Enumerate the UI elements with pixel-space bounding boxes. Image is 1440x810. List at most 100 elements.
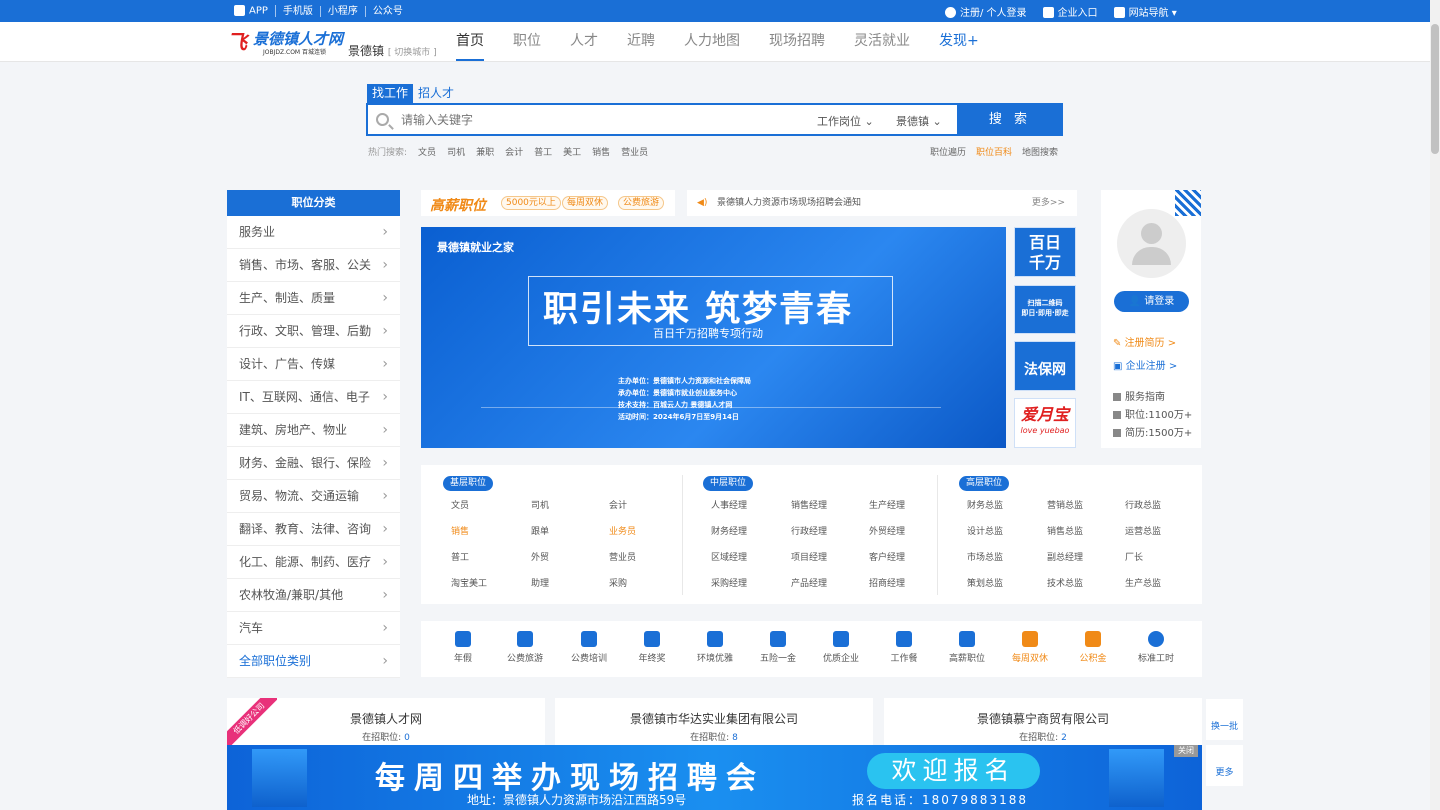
level-job-link[interactable]: 市场总监 (967, 550, 1003, 563)
switch-city-link[interactable]: [ 切换城市 ] (388, 48, 437, 58)
hot-keyword[interactable]: 营业员 (621, 145, 648, 158)
refresh-button[interactable]: 换一批 (1206, 699, 1243, 740)
category-item[interactable]: 设计、广告、传媒 (227, 348, 400, 381)
category-item[interactable]: 汽车 (227, 612, 400, 645)
map-search-link[interactable]: 地图搜索 (1022, 145, 1058, 158)
high-pay-logo[interactable]: 高薪职位 (430, 195, 486, 215)
level-job-link[interactable]: 策划总监 (967, 576, 1003, 589)
nav-home[interactable]: 首页 (456, 30, 484, 61)
close-ad-button[interactable]: 关闭 (1174, 745, 1198, 757)
level-job-link[interactable]: 助理 (531, 576, 549, 589)
notice-more-link[interactable]: 更多>> (1032, 190, 1065, 216)
scrollbar[interactable] (1430, 0, 1440, 810)
welfare-housing-fund[interactable]: 公积金 (1063, 631, 1123, 664)
bottom-ad-banner[interactable]: 每周四举办现场招聘会 欢迎报名 地址：景德镇人力资源市场沿江西路59号 报名电话… (227, 745, 1202, 810)
search-input[interactable] (401, 110, 781, 130)
ad-fabao[interactable]: 法保网 (1014, 341, 1076, 391)
job-wiki-link[interactable]: 职位百科 (976, 145, 1012, 158)
main-banner[interactable]: 景德镇就业之家 职引未来 筑梦青春 百日千万招聘专项行动 主办单位：景德镇市人力… (421, 227, 1006, 448)
nav-hr-map[interactable]: 人力地图 (684, 30, 740, 61)
hot-keyword[interactable]: 文员 (418, 145, 436, 158)
level-job-link[interactable]: 设计总监 (967, 524, 1003, 537)
app-link[interactable]: APP (227, 5, 276, 17)
job-traverse-link[interactable]: 职位遍历 (930, 145, 966, 158)
nav-jobs[interactable]: 职位 (513, 30, 541, 61)
welfare-travel[interactable]: 公费旅游 (495, 631, 555, 664)
level-job-link[interactable]: 普工 (451, 550, 469, 563)
level-job-link[interactable]: 销售总监 (1047, 524, 1083, 537)
category-item[interactable]: 贸易、物流、交通运输 (227, 480, 400, 513)
service-guide-link[interactable]: 服务指南 (1113, 388, 1165, 403)
site-nav-link[interactable]: 网站导航 ▾ (1113, 4, 1177, 19)
category-item[interactable]: 生产、制造、质量 (227, 282, 400, 315)
hot-keyword[interactable]: 会计 (505, 145, 523, 158)
scrollbar-thumb[interactable] (1431, 24, 1439, 154)
level-job-link[interactable]: 厂长 (1125, 550, 1143, 563)
welfare-high-pay[interactable]: 高薪职位 (937, 631, 997, 664)
category-item[interactable]: IT、互联网、通信、电子 (227, 381, 400, 414)
level-job-link[interactable]: 技术总监 (1047, 576, 1083, 589)
city-dropdown[interactable]: 景德镇 ⌄ (896, 113, 942, 129)
high-pay-tag[interactable]: 公费旅游 (618, 196, 665, 210)
category-item[interactable]: 翻译、教育、法律、咨询 (227, 513, 400, 546)
level-job-link[interactable]: 营业员 (609, 550, 636, 563)
position-dropdown[interactable]: 工作岗位 ⌄ (817, 113, 874, 129)
notice-text[interactable]: 景德镇人力资源市场现场招聘会通知 (717, 190, 861, 216)
level-job-link[interactable]: 业务员 (609, 524, 636, 537)
level-job-link[interactable]: 文员 (451, 498, 469, 511)
city-switcher[interactable]: 景德镇 [ 切换城市 ] (348, 42, 437, 59)
level-job-link[interactable]: 司机 (531, 498, 549, 511)
level-job-link[interactable]: 生产经理 (869, 498, 905, 511)
welfare-weekends[interactable]: 每周双休 (1000, 631, 1060, 664)
level-job-link[interactable]: 行政经理 (791, 524, 827, 537)
category-item[interactable]: 财务、金融、银行、保险 (227, 447, 400, 480)
category-item[interactable]: 建筑、房地产、物业 (227, 414, 400, 447)
level-job-link[interactable]: 销售经理 (791, 498, 827, 511)
high-pay-tag[interactable]: 每周双休 (562, 196, 609, 210)
level-job-link[interactable]: 淘宝美工 (451, 576, 487, 589)
ad-bairi[interactable]: 百日 千万 (1014, 227, 1076, 277)
tab-find-talent[interactable]: 招人才 (413, 84, 459, 103)
level-job-link[interactable]: 区域经理 (711, 550, 747, 563)
welfare-environment[interactable]: 环境优雅 (685, 631, 745, 664)
category-item[interactable]: 服务业 (227, 216, 400, 249)
hot-keyword[interactable]: 司机 (447, 145, 465, 158)
nav-recent[interactable]: 近聘 (627, 30, 655, 61)
category-item[interactable]: 化工、能源、制药、医疗 (227, 546, 400, 579)
level-job-link[interactable]: 招商经理 (869, 576, 905, 589)
register-company-link[interactable]: ▣ 企业注册 > (1113, 357, 1177, 372)
welfare-standard-hours[interactable]: 标准工时 (1126, 631, 1186, 664)
nav-talent[interactable]: 人才 (570, 30, 598, 61)
nav-flexible[interactable]: 灵活就业 (854, 30, 910, 61)
level-job-link[interactable]: 客户经理 (869, 550, 905, 563)
level-job-link[interactable]: 跟单 (531, 524, 549, 537)
level-job-link[interactable]: 副总经理 (1047, 550, 1083, 563)
level-job-link[interactable]: 会计 (609, 498, 627, 511)
high-pay-tag[interactable]: 5000元以上 (501, 196, 561, 210)
level-job-link[interactable]: 营销总监 (1047, 498, 1083, 511)
welfare-meal[interactable]: 工作餐 (874, 631, 934, 664)
more-button[interactable]: 更多 (1206, 745, 1243, 786)
register-resume-link[interactable]: ✎ 注册简历 > (1113, 334, 1176, 349)
wechat-link[interactable]: 公众号 (366, 6, 410, 17)
ad-yuebao[interactable]: 爱月宝 love yuebao (1014, 398, 1076, 448)
hot-keyword[interactable]: 兼职 (476, 145, 494, 158)
welfare-insurance[interactable]: 五险一金 (748, 631, 808, 664)
login-link[interactable]: 注册/ 个人登录 (945, 4, 1027, 19)
site-logo[interactable]: 飞 景德镇人才网 JOBJDZ.COM 百城连锁 (227, 28, 343, 56)
level-job-link[interactable]: 产品经理 (791, 576, 827, 589)
level-job-link[interactable]: 行政总监 (1125, 498, 1161, 511)
level-job-link[interactable]: 采购 (609, 576, 627, 589)
search-button[interactable]: 搜 索 (957, 103, 1063, 136)
mobile-link[interactable]: 手机版 (276, 5, 321, 17)
level-job-link[interactable]: 财务总监 (967, 498, 1003, 511)
all-categories-link[interactable]: 全部职位类别 (227, 645, 400, 678)
miniprogram-link[interactable]: 小程序 (321, 5, 366, 17)
nav-job-fair[interactable]: 现场招聘 (769, 30, 825, 61)
category-item[interactable]: 农林牧渔/兼职/其他 (227, 579, 400, 612)
level-job-link[interactable]: 生产总监 (1125, 576, 1161, 589)
level-job-link[interactable]: 运营总监 (1125, 524, 1161, 537)
tab-find-job[interactable]: 找工作 (367, 84, 414, 103)
welfare-bonus[interactable]: 年终奖 (622, 631, 682, 664)
level-job-link[interactable]: 人事经理 (711, 498, 747, 511)
